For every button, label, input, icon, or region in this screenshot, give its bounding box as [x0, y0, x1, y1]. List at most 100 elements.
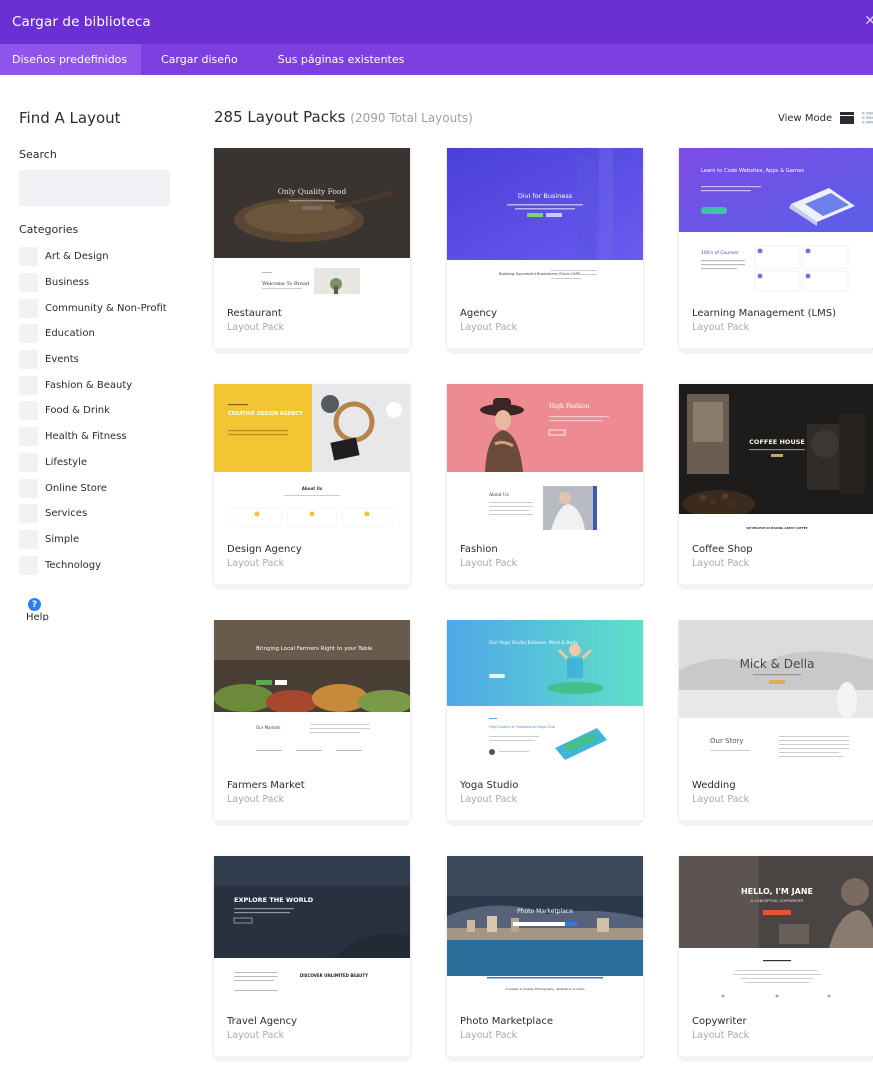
layout-pack-card-copywriter[interactable]: HELLO, I'M JANE A CONCEPTUAL COPYWRITER … [679, 856, 873, 1060]
category-item-art-design[interactable]: Art & Design [19, 244, 189, 270]
layout-pack-type: Layout Pack [460, 322, 518, 333]
layout-pack-card-farmers-market[interactable]: Bringing Local Farmers Right to your Tab… [214, 620, 410, 824]
category-label: Business [45, 277, 90, 289]
category-checkbox[interactable] [19, 478, 38, 498]
category-item-food-drink[interactable]: Food & Drink [19, 398, 189, 424]
layout-pack-thumbnail[interactable]: Divi Yoga Studio Balance, Mind & Body Hi… [447, 620, 643, 766]
layout-pack-thumbnail[interactable]: Mick & Della Our Story [679, 620, 873, 766]
page-title: 285 Layout Packs (2090 Total Layouts) [214, 108, 473, 126]
layout-pack-name: Fashion [460, 544, 498, 555]
category-label: Lifestyle [45, 456, 88, 468]
close-icon[interactable]: ✕ [864, 13, 873, 29]
filter-sidebar: Find A Layout Search Categories Art & De… [0, 75, 190, 1080]
layout-pack-card-design-agency[interactable]: CREATIVE DESIGN AGENCY About Us Design A… [214, 384, 410, 588]
category-item-technology[interactable]: Technology [19, 552, 189, 578]
category-checkbox[interactable] [19, 375, 38, 395]
sidebar-title: Find A Layout [19, 109, 121, 127]
layout-pack-type: Layout Pack [227, 794, 285, 805]
category-checkbox[interactable] [19, 504, 38, 524]
tab-load-layout[interactable]: Cargar diseño [141, 44, 258, 75]
help-icon[interactable]: ? [28, 598, 41, 611]
category-list: Art & Design Business Community & Non-Pr… [19, 244, 189, 578]
thumbnail-section-text: About Us [302, 486, 323, 491]
layout-pack-thumbnail[interactable]: CREATIVE DESIGN AGENCY About Us [214, 384, 410, 530]
category-checkbox[interactable] [19, 427, 38, 447]
category-item-education[interactable]: Education [19, 321, 189, 347]
layout-pack-thumbnail[interactable]: Divi for Business Building Successful Bu… [447, 148, 643, 294]
thumbnail-hero-text: High Fashion [549, 403, 590, 410]
layout-pack-type: Layout Pack [460, 794, 518, 805]
category-item-community[interactable]: Community & Non-Profit [19, 295, 189, 321]
layout-pack-name: Coffee Shop [692, 544, 753, 555]
thumbnail-section-text: Welcome To Bread [262, 281, 310, 287]
help-link[interactable]: ? Help [26, 598, 66, 621]
total-layouts-count: (2090 Total Layouts) [350, 111, 473, 125]
category-label: Simple [45, 533, 80, 545]
category-item-health-fitness[interactable]: Health & Fitness [19, 424, 189, 450]
layout-pack-card-photo-marketplace[interactable]: Photo Marketplace A Leader in Quality Ph… [447, 856, 643, 1060]
layout-pack-thumbnail[interactable]: Photo Marketplace A Leader in Quality Ph… [447, 856, 643, 1002]
tab-existing-pages[interactable]: Sus páginas existentes [258, 44, 425, 75]
layout-pack-name: Wedding [692, 780, 736, 791]
view-mode-label: View Mode [778, 113, 833, 124]
layout-pack-thumbnail[interactable]: COFFEE HOUSE WE BELIEVE IN MAKING GREAT … [679, 384, 873, 530]
category-checkbox[interactable] [19, 529, 38, 549]
thumbnail-section-text: Our Markets [256, 725, 280, 730]
layout-pack-card-restaurant[interactable]: Only Quality Food Welcome To Bread Resta… [214, 148, 410, 352]
thumbnail-hero-text: CREATIVE DESIGN AGENCY [228, 411, 303, 417]
category-item-lifestyle[interactable]: Lifestyle [19, 450, 189, 476]
layout-pack-card-agency[interactable]: Divi for Business Building Successful Bu… [447, 148, 643, 352]
category-item-simple[interactable]: Simple [19, 527, 189, 553]
layout-pack-type: Layout Pack [227, 322, 285, 333]
layout-pack-name: Agency [460, 308, 498, 319]
category-label: Online Store [45, 482, 107, 494]
window-titlebar: Cargar de biblioteca ✕ [0, 0, 873, 44]
layout-pack-type: Layout Pack [692, 558, 750, 569]
layout-pack-card-yoga-studio[interactable]: Divi Yoga Studio Balance, Mind & Body Hi… [447, 620, 643, 824]
category-checkbox[interactable] [19, 350, 38, 370]
category-item-services[interactable]: Services [19, 501, 189, 527]
layout-pack-thumbnail[interactable]: Learn to Code Websites, Apps & Games 100… [679, 148, 873, 294]
layout-pack-type: Layout Pack [460, 1030, 518, 1041]
list-view-icon[interactable] [862, 112, 873, 124]
layout-pack-thumbnail[interactable]: High Fashion About Us [447, 384, 643, 530]
category-label: Fashion & Beauty [45, 379, 133, 391]
layout-pack-thumbnail[interactable]: HELLO, I'M JANE A CONCEPTUAL COPYWRITER [679, 856, 873, 1002]
category-item-business[interactable]: Business [19, 270, 189, 296]
layout-pack-thumbnail[interactable]: Bringing Local Farmers Right to your Tab… [214, 620, 410, 766]
category-checkbox[interactable] [19, 401, 38, 421]
thumbnail-section-text: DISCOVER UNLIMITED BEAUTY [300, 973, 368, 978]
category-checkbox[interactable] [19, 452, 38, 472]
category-checkbox[interactable] [19, 555, 38, 575]
category-item-fashion-beauty[interactable]: Fashion & Beauty [19, 372, 189, 398]
thumbnail-hero-text: EXPLORE THE WORLD [234, 896, 314, 904]
category-label: Events [45, 354, 79, 366]
thumbnail-hero-text: Only Quality Food [278, 187, 347, 196]
layout-pack-thumbnail[interactable]: Only Quality Food Welcome To Bread [214, 148, 410, 294]
category-checkbox[interactable] [19, 324, 38, 344]
category-checkbox[interactable] [19, 273, 38, 293]
thumbnail-section-text: High Quality & Professional Yoga Club [489, 725, 556, 729]
layout-pack-type: Layout Pack [692, 794, 750, 805]
layout-pack-thumbnail[interactable]: EXPLORE THE WORLD DISCOVER UNLIMITED BEA… [214, 856, 410, 1002]
thumbnail-hero-text: Divi Yoga Studio Balance, Mind & Body [489, 640, 578, 646]
category-item-events[interactable]: Events [19, 347, 189, 373]
tab-predefined-layouts[interactable]: Diseños predefinidos [0, 44, 141, 75]
category-label: Art & Design [45, 251, 109, 263]
layout-pack-card-fashion[interactable]: High Fashion About Us Fashion Layout Pac… [447, 384, 643, 588]
tab-label: Diseños predefinidos [12, 53, 128, 66]
category-checkbox[interactable] [19, 298, 38, 318]
layout-pack-card-coffee-shop[interactable]: COFFEE HOUSE WE BELIEVE IN MAKING GREAT … [679, 384, 873, 588]
category-label: Technology [45, 559, 102, 571]
search-input[interactable] [19, 170, 170, 206]
category-checkbox[interactable] [19, 247, 38, 267]
layout-pack-card-lms[interactable]: Learn to Code Websites, Apps & Games 100… [679, 148, 873, 352]
thumbnail-hero-text: Photo Marketplace [517, 908, 573, 915]
category-item-online-store[interactable]: Online Store [19, 475, 189, 501]
layout-pack-card-travel-agency[interactable]: EXPLORE THE WORLD DISCOVER UNLIMITED BEA… [214, 856, 410, 1060]
thumbnail-section-text: About Us [488, 492, 509, 497]
layout-pack-type: Layout Pack [692, 1030, 750, 1041]
layout-pack-card-wedding[interactable]: Mick & Della Our Story Wedding Layout Pa… [679, 620, 873, 824]
thumbnail-hero-text: Learn to Code Websites, Apps & Games [701, 168, 804, 174]
grid-view-icon[interactable] [840, 112, 854, 124]
